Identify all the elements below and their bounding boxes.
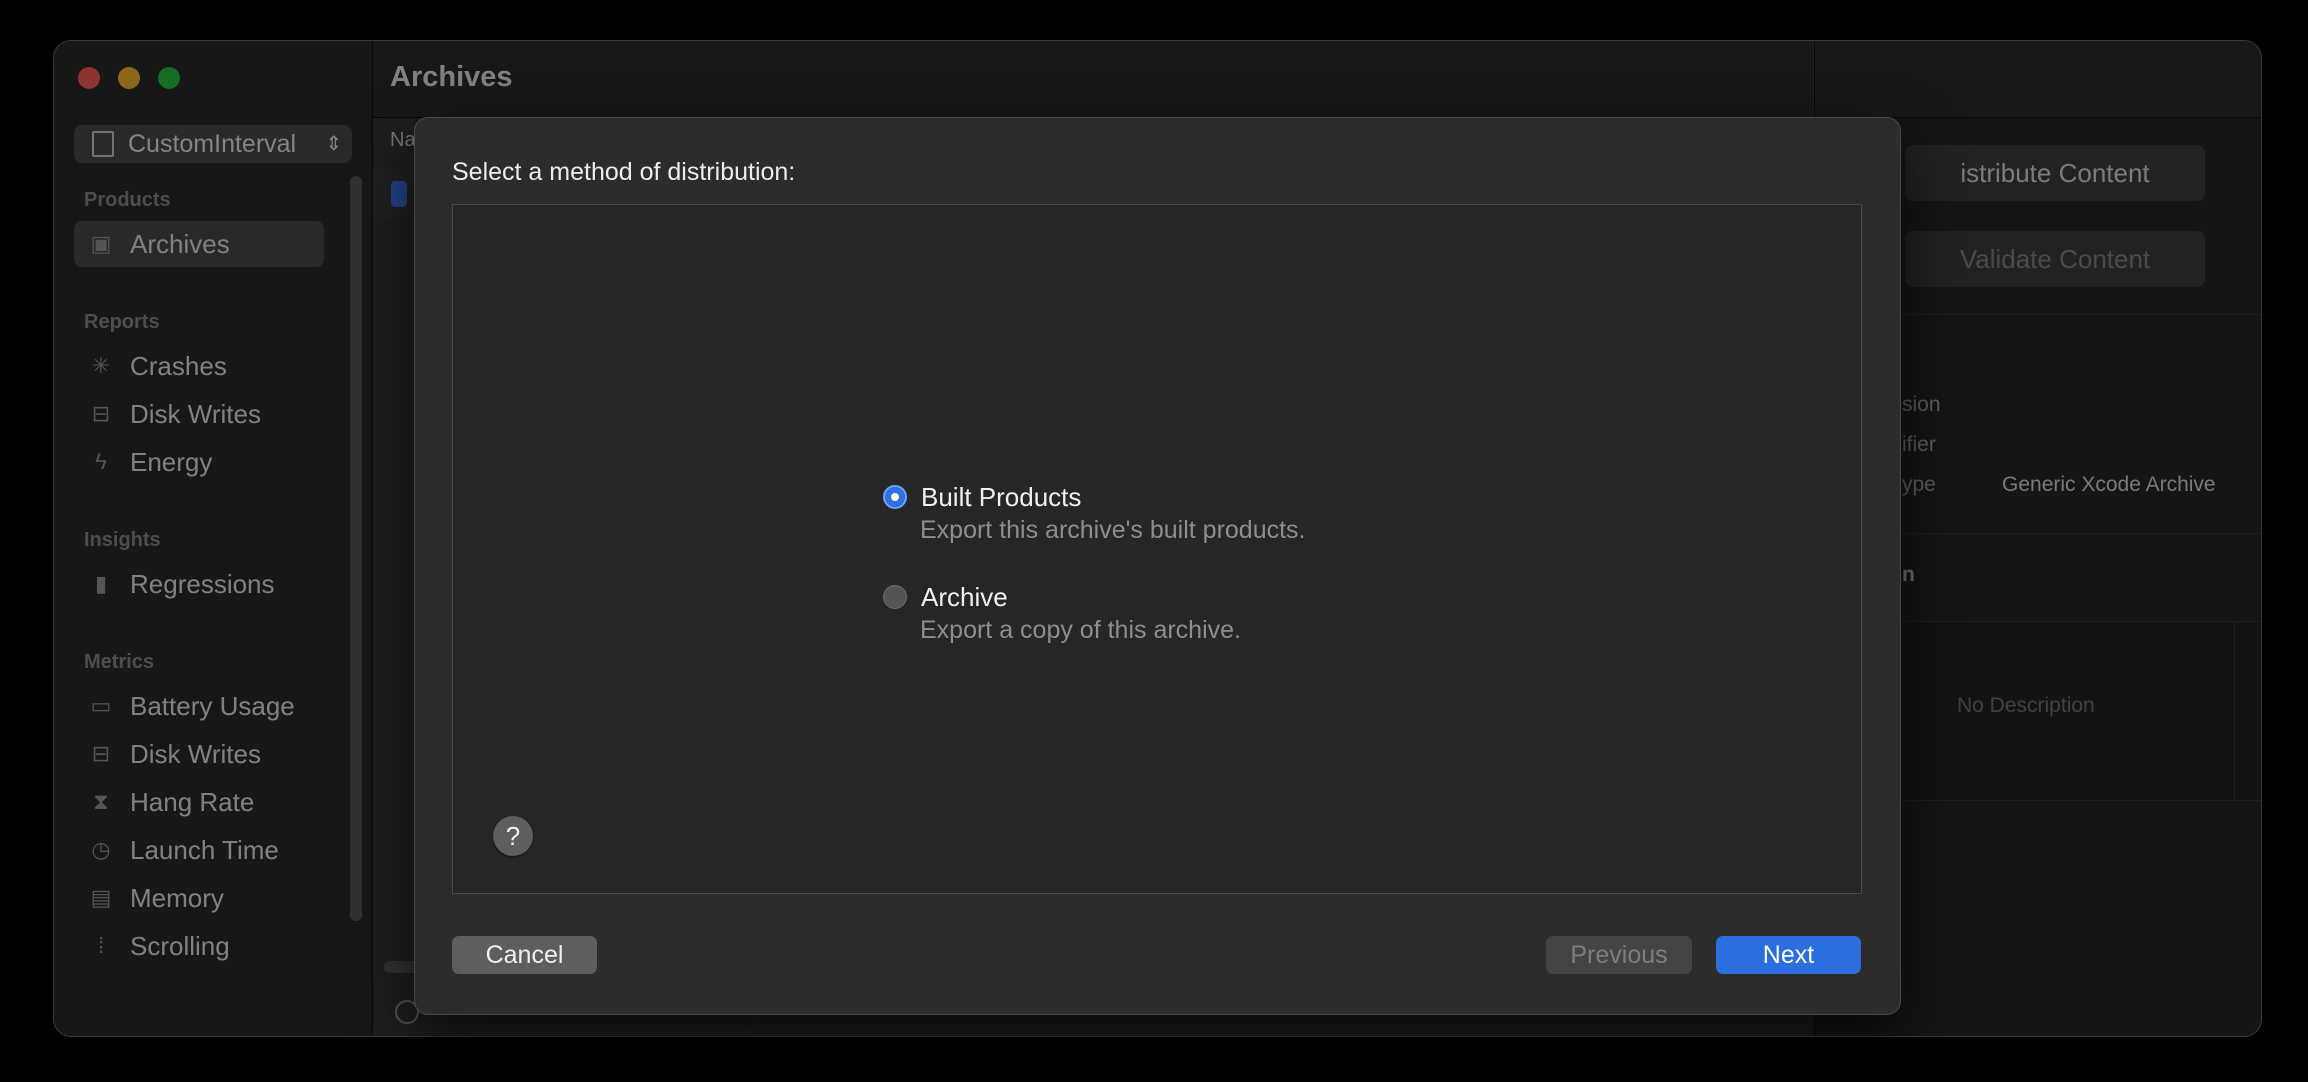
bolt-icon: ϟ bbox=[95, 449, 107, 474]
section-insights: Insights bbox=[84, 529, 161, 551]
minimize-window-button[interactable] bbox=[118, 67, 140, 89]
sidebar-item-label: Hang Rate bbox=[130, 786, 255, 817]
column-header-name[interactable]: Na bbox=[390, 129, 416, 152]
option-label[interactable]: Archive bbox=[921, 582, 1008, 613]
sidebar-item-disk-writes-reports[interactable]: ⊟ Disk Writes bbox=[74, 391, 324, 437]
scheme-label: CustomInterval bbox=[128, 129, 297, 158]
description-box[interactable]: No Description bbox=[1854, 621, 2261, 801]
sidebar-item-label: Disk Writes bbox=[130, 398, 261, 429]
sidebar-item-crashes[interactable]: ✳ Crashes bbox=[74, 343, 324, 389]
distribute-content-button[interactable]: istribute Content bbox=[1905, 145, 2205, 201]
bar-chart-icon: ▮ bbox=[94, 571, 108, 596]
archive-icon bbox=[391, 181, 407, 207]
sidebar-item-label: Archives bbox=[130, 228, 230, 259]
crash-icon: ✳ bbox=[91, 353, 111, 378]
sidebar-item-launch-time[interactable]: ◷ Launch Time bbox=[74, 827, 324, 873]
inspector-divider bbox=[1874, 533, 2261, 534]
archive-row[interactable] bbox=[373, 169, 413, 219]
archive-icon: ▣ bbox=[90, 231, 112, 256]
sidebar-item-memory[interactable]: ▤ Memory bbox=[74, 875, 324, 921]
section-metrics: Metrics bbox=[84, 651, 155, 673]
maximize-window-button[interactable] bbox=[158, 67, 180, 89]
clock-icon: ◷ bbox=[91, 837, 111, 862]
content-toolbar bbox=[373, 41, 1813, 118]
sidebar-item-archives[interactable]: ▣ Archives bbox=[74, 221, 324, 267]
sidebar-item-label: Scrolling bbox=[130, 930, 230, 961]
distribution-options-box: Built Products Export this archive's bui… bbox=[452, 204, 1862, 894]
sidebar-item-hang-rate[interactable]: ⧗ Hang Rate bbox=[74, 779, 324, 825]
section-reports: Reports bbox=[84, 311, 160, 333]
sidebar-item-label: Regressions bbox=[130, 568, 275, 599]
radio-unselected-icon[interactable] bbox=[883, 585, 907, 609]
identifier-label: ifier bbox=[1902, 433, 1936, 456]
option-label[interactable]: Built Products bbox=[921, 482, 1081, 513]
sidebar-item-battery-usage[interactable]: ▭ Battery Usage bbox=[74, 683, 324, 729]
sidebar-item-disk-writes-metrics[interactable]: ⊟ Disk Writes bbox=[74, 731, 324, 777]
type-label: ype bbox=[1902, 473, 1936, 496]
description-scroll-divider bbox=[2234, 622, 2235, 800]
sidebar-item-label: Battery Usage bbox=[130, 690, 295, 721]
section-products: Products bbox=[84, 189, 171, 211]
sheet-title: Select a method of distribution: bbox=[452, 158, 796, 186]
sidebar-item-label: Energy bbox=[130, 446, 213, 477]
next-button[interactable]: Next bbox=[1716, 936, 1861, 974]
disk-icon: ⊟ bbox=[91, 401, 111, 426]
close-window-button[interactable] bbox=[78, 67, 100, 89]
help-button[interactable]: ? bbox=[493, 816, 533, 856]
sidebar-scrollbar[interactable] bbox=[350, 176, 362, 921]
battery-icon: ▭ bbox=[90, 693, 112, 718]
description-section-title: n bbox=[1902, 563, 1915, 586]
version-label: sion bbox=[1902, 393, 1941, 416]
scheme-selector[interactable]: CustomInterval ⇕ bbox=[74, 125, 352, 163]
option-description: Export this archive's built products. bbox=[920, 516, 1306, 544]
page-title: Archives bbox=[390, 61, 513, 93]
sidebar-item-scrolling[interactable]: ⁞ Scrolling bbox=[74, 923, 324, 969]
memory-chip-icon: ▤ bbox=[90, 885, 112, 910]
sidebar-item-label: Crashes bbox=[130, 350, 227, 381]
description-placeholder: No Description bbox=[1957, 694, 2095, 717]
chevron-updown-icon: ⇕ bbox=[325, 133, 342, 155]
radio-selected-icon[interactable] bbox=[883, 485, 907, 509]
distribution-method-sheet: Select a method of distribution: Built P… bbox=[414, 117, 1901, 1015]
inspector-toolbar bbox=[1815, 41, 2261, 118]
sidebar-item-energy[interactable]: ϟ Energy bbox=[74, 439, 324, 485]
scroll-icon: ⁞ bbox=[97, 933, 105, 958]
previous-button[interactable]: Previous bbox=[1546, 936, 1692, 974]
validate-content-button[interactable]: Validate Content bbox=[1905, 231, 2205, 287]
hourglass-icon: ⧗ bbox=[93, 789, 109, 814]
sidebar-item-label: Launch Time bbox=[130, 834, 279, 865]
document-icon bbox=[92, 131, 114, 157]
sidebar: CustomInterval ⇕ Products ▣ Archives Rep… bbox=[54, 41, 373, 1036]
sidebar-item-label: Disk Writes bbox=[130, 738, 261, 769]
option-description: Export a copy of this archive. bbox=[920, 616, 1241, 644]
inspector-divider bbox=[1874, 314, 2261, 315]
sidebar-item-label: Memory bbox=[130, 882, 224, 913]
sidebar-item-regressions[interactable]: ▮ Regressions bbox=[74, 561, 324, 607]
disk-icon: ⊟ bbox=[91, 741, 111, 766]
cancel-button[interactable]: Cancel bbox=[452, 936, 597, 974]
type-value: Generic Xcode Archive bbox=[2002, 473, 2216, 496]
